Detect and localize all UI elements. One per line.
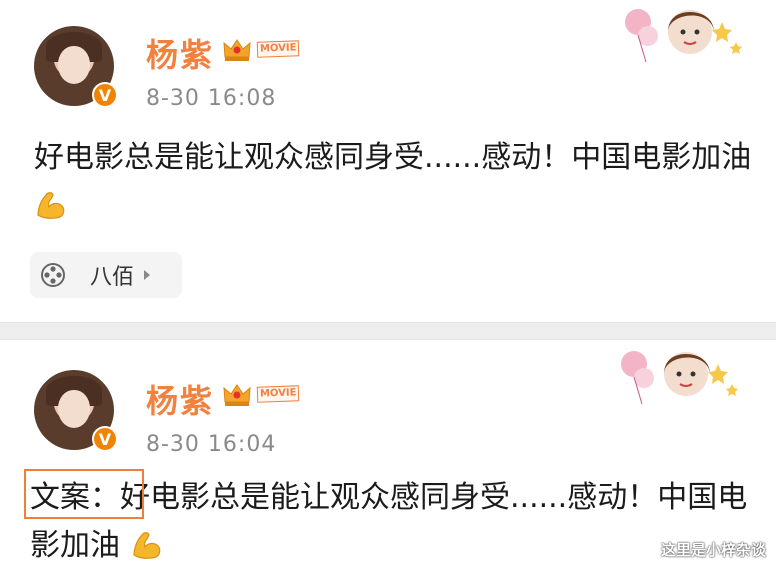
flexed-biceps-icon (132, 532, 160, 559)
post-time[interactable]: 8-30 16:08 (146, 86, 276, 111)
crown-icon (223, 39, 251, 61)
post-divider (0, 322, 776, 340)
repost-card-label: 八佰 (90, 265, 135, 290)
avatar[interactable]: V (34, 370, 118, 452)
balloon-sticker-icon (621, 351, 738, 405)
post-text: 好电影总是能让观众感同身受......感动！中国电影加油 (34, 134, 754, 230)
chevron-right-icon (144, 270, 151, 280)
post-time[interactable]: 8-30 16:04 (146, 432, 276, 457)
crown-icon (223, 384, 251, 406)
verified-badge-icon: V (92, 426, 118, 452)
username[interactable]: 杨紫 (146, 376, 214, 422)
flexed-biceps-icon (37, 192, 65, 219)
username[interactable]: 杨紫 (146, 30, 214, 76)
film-reel-icon (30, 252, 76, 298)
weibo-post-1: V 杨紫 MOVIE 8-30 16:08 好电影总是能让观众感同身受.....… (0, 0, 776, 322)
balloon-sticker-icon (625, 9, 742, 63)
avatar[interactable]: V (34, 26, 118, 108)
weibo-post-2: V 杨紫 MOVIE 8-30 16:04 文案：好电影总是能让观众感同身受..… (0, 340, 776, 572)
movie-member-badge: MOVIE (256, 385, 300, 403)
caption-highlight-box (24, 469, 144, 519)
watermark: 这里是小梓杂谈 (660, 541, 766, 559)
repost-card-button[interactable]: 八佰 (30, 252, 182, 298)
movie-member-badge: MOVIE (256, 40, 300, 58)
verified-badge-icon: V (92, 82, 118, 108)
